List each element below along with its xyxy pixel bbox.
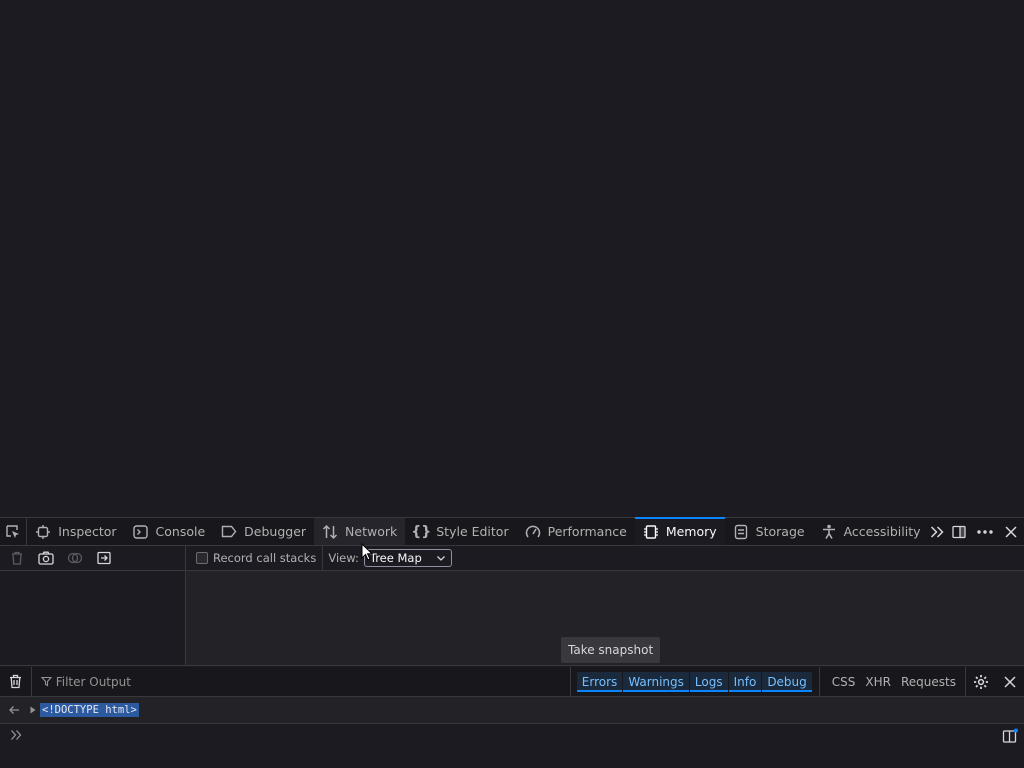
clear-snapshots-button[interactable] [8, 550, 25, 567]
trash-icon [9, 674, 21, 689]
diff-icon [67, 552, 82, 564]
log-level-filters: Errors Warnings Logs Info Debug [569, 667, 813, 696]
filter-icon [40, 676, 52, 687]
tab-style-editor[interactable]: {} Style Editor [405, 518, 516, 545]
tab-label: Accessibility [843, 524, 921, 539]
close-icon [1004, 675, 1016, 688]
tab-performance[interactable]: Performance [517, 518, 635, 545]
double-chevron-right-icon [931, 525, 944, 538]
storage-icon [733, 524, 749, 540]
filter-css-button[interactable]: CSS [827, 675, 861, 689]
console-input[interactable] [0, 724, 1024, 768]
take-snapshot-button[interactable] [37, 550, 54, 567]
filter-info-button[interactable]: Info [728, 671, 762, 692]
diff-snapshots-button[interactable] [66, 550, 83, 567]
snapshot-actions [0, 546, 186, 570]
memory-toolbar: Record call stacks View: Tree Map [0, 546, 1024, 571]
close-split-console-button[interactable] [996, 668, 1024, 696]
close-icon [1005, 525, 1017, 538]
trash-icon [11, 551, 22, 565]
tab-memory[interactable]: Memory [634, 517, 725, 545]
filter-warnings-button[interactable]: Warnings [623, 671, 689, 692]
filter-output-input[interactable]: Filter Output [32, 675, 570, 689]
close-toolbox-button[interactable] [998, 518, 1024, 546]
expand-triangle-icon[interactable] [28, 706, 38, 714]
camera-icon [37, 551, 54, 565]
memory-panel: Take snapshot [0, 571, 1024, 666]
console-filter-bar: Filter Output Errors Warnings Logs Info … [0, 667, 1024, 697]
clear-console-button[interactable] [0, 667, 32, 696]
page-viewport [0, 0, 1024, 517]
console-bar-actions [965, 667, 1024, 696]
console-settings-button[interactable] [966, 668, 996, 696]
dock-side-icon [952, 525, 966, 538]
tab-storage[interactable]: Storage [725, 518, 813, 545]
network-icon [322, 524, 338, 540]
filter-xhr-button[interactable]: XHR [860, 675, 896, 689]
record-call-stacks-label: Record call stacks [213, 551, 317, 565]
view-label: View: [328, 551, 359, 565]
tab-label: Storage [755, 524, 805, 539]
tab-network[interactable]: Network [314, 518, 406, 545]
tab-label: Network [345, 524, 398, 539]
tab-debugger[interactable]: Debugger [213, 518, 314, 545]
view-select-value: Tree Map [369, 551, 422, 565]
style-editor-icon: {} [411, 523, 432, 540]
tab-console[interactable]: Console [125, 518, 214, 545]
tab-accessibility[interactable]: Accessibility [813, 518, 929, 545]
doctype-node[interactable]: <!DOCTYPE html> [40, 703, 139, 717]
editor-mode-icon[interactable] [1002, 728, 1018, 744]
record-call-stacks-toggle[interactable]: Record call stacks [186, 546, 324, 570]
more-options-button[interactable] [972, 518, 998, 546]
console-message-row: <!DOCTYPE html> [0, 697, 1024, 724]
tab-label: Performance [547, 524, 627, 539]
debugger-icon [221, 524, 237, 540]
record-call-stacks-checkbox[interactable] [196, 552, 208, 564]
filter-errors-button[interactable]: Errors [576, 671, 623, 692]
gear-icon [974, 674, 988, 689]
tab-label: Style Editor [436, 524, 509, 539]
dock-side-button[interactable] [946, 518, 972, 546]
console-icon [133, 524, 149, 540]
element-picker-button[interactable] [0, 518, 28, 545]
performance-icon [525, 524, 541, 540]
inspector-icon [35, 524, 51, 540]
prompt-chevron-icon [11, 730, 22, 740]
snapshot-list [0, 571, 186, 665]
devtools-tabbar: Inspector Console Debugger Network {} St… [0, 517, 1024, 546]
ellipsis-icon [977, 529, 993, 534]
result-arrow-icon [0, 705, 28, 715]
memory-icon [643, 524, 659, 540]
take-snapshot-main-button[interactable]: Take snapshot [561, 637, 661, 663]
import-snapshot-button[interactable] [95, 550, 112, 567]
chevron-down-icon [436, 556, 445, 561]
tab-label: Debugger [244, 524, 307, 539]
filter-logs-button[interactable]: Logs [689, 671, 728, 692]
request-type-filters: CSS XHR Requests [818, 667, 965, 696]
tab-label: Memory [665, 524, 717, 539]
import-icon [96, 551, 111, 565]
filter-requests-button[interactable]: Requests [896, 675, 961, 689]
tab-label: Console [155, 524, 206, 539]
tab-inspector[interactable]: Inspector [27, 518, 124, 545]
take-snapshot-label: Take snapshot [568, 643, 654, 657]
accessibility-icon [821, 524, 837, 540]
filter-placeholder: Filter Output [55, 674, 131, 689]
tab-label: Inspector [58, 524, 117, 539]
view-select[interactable]: Tree Map [363, 549, 452, 567]
more-tabs-button[interactable] [929, 518, 946, 545]
filter-debug-button[interactable]: Debug [762, 671, 812, 692]
element-picker-icon [6, 524, 20, 538]
